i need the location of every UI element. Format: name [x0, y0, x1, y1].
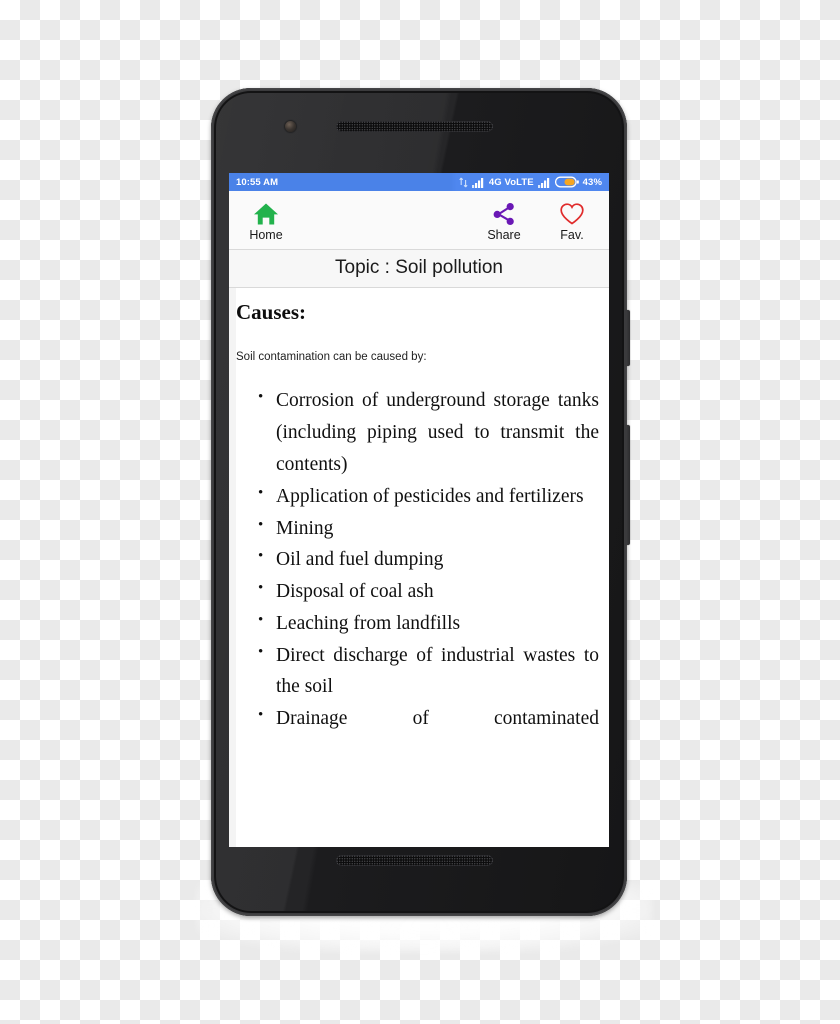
heart-outline-icon — [559, 200, 585, 226]
list-item: Direct discharge of industrial wastes to… — [258, 640, 599, 704]
list-item-text: Direct discharge of industrial wastes to… — [276, 644, 599, 698]
app-toolbar: Home Share Fav. — [229, 191, 609, 249]
power-button[interactable] — [626, 310, 630, 366]
content-scroll-area[interactable]: Causes: Soil contamination can be caused… — [229, 288, 609, 847]
share-button[interactable]: Share — [483, 200, 525, 242]
front-camera-icon — [285, 121, 296, 132]
section-heading: Causes: — [236, 300, 307, 325]
list-item: Corrosion of underground storage tanks (… — [258, 385, 599, 480]
phone-screen: 10:55 AM 4G VoLTE 43% Home Share Fav. To… — [229, 173, 609, 847]
share-icon — [491, 200, 517, 226]
battery-icon — [554, 176, 579, 188]
status-bar-indicators: 4G VoLTE 43% — [459, 176, 602, 188]
intro-paragraph: Soil contamination can be caused by: — [236, 351, 427, 364]
list-item-text: Mining — [276, 517, 334, 539]
list-item: Oil and fuel dumping — [258, 544, 599, 576]
topic-title: Topic : Soil pollution — [335, 256, 503, 278]
list-item-text: Drainage of contaminated — [276, 708, 599, 730]
battery-percent-label: 43% — [582, 176, 602, 188]
list-item-text: Application of pesticides and fertilizer… — [276, 485, 584, 507]
home-icon — [253, 200, 279, 226]
causes-list: Corrosion of underground storage tanks (… — [236, 385, 599, 735]
status-bar: 10:55 AM 4G VoLTE 43% — [229, 173, 609, 191]
earpiece-speaker-grille — [336, 121, 493, 132]
list-item: Leaching from landfills — [258, 608, 599, 640]
home-button[interactable]: Home — [245, 200, 287, 242]
article-content: Causes: Soil contamination can be caused… — [236, 288, 609, 847]
bottom-speaker-grille — [336, 855, 493, 866]
topic-bar: Topic : Soil pollution — [229, 248, 609, 289]
list-item-text: Corrosion of underground storage tanks (… — [276, 390, 599, 475]
data-transfer-icon — [459, 177, 468, 188]
share-button-label: Share — [487, 228, 521, 242]
home-button-label: Home — [249, 228, 283, 242]
list-item: Disposal of coal ash — [258, 576, 599, 608]
favorite-button-label: Fav. — [560, 228, 584, 242]
phone-device-frame: 10:55 AM 4G VoLTE 43% Home Share Fav. To… — [211, 88, 630, 916]
signal-bars-icon — [471, 177, 485, 188]
list-item-text: Leaching from landfills — [276, 612, 461, 634]
list-item-text: Disposal of coal ash — [276, 581, 434, 603]
list-item-text: Oil and fuel dumping — [276, 549, 444, 571]
list-item: Application of pesticides and fertilizer… — [258, 481, 599, 513]
status-bar-clock: 10:55 AM — [236, 176, 279, 188]
signal-bars-icon-2 — [537, 177, 551, 188]
network-type-label: 4G VoLTE — [488, 176, 534, 188]
list-item: Drainage of contaminated — [258, 703, 599, 735]
content-left-gutter — [229, 288, 236, 847]
list-item: Mining — [258, 513, 599, 545]
volume-button[interactable] — [626, 425, 630, 545]
favorite-button[interactable]: Fav. — [551, 200, 593, 242]
